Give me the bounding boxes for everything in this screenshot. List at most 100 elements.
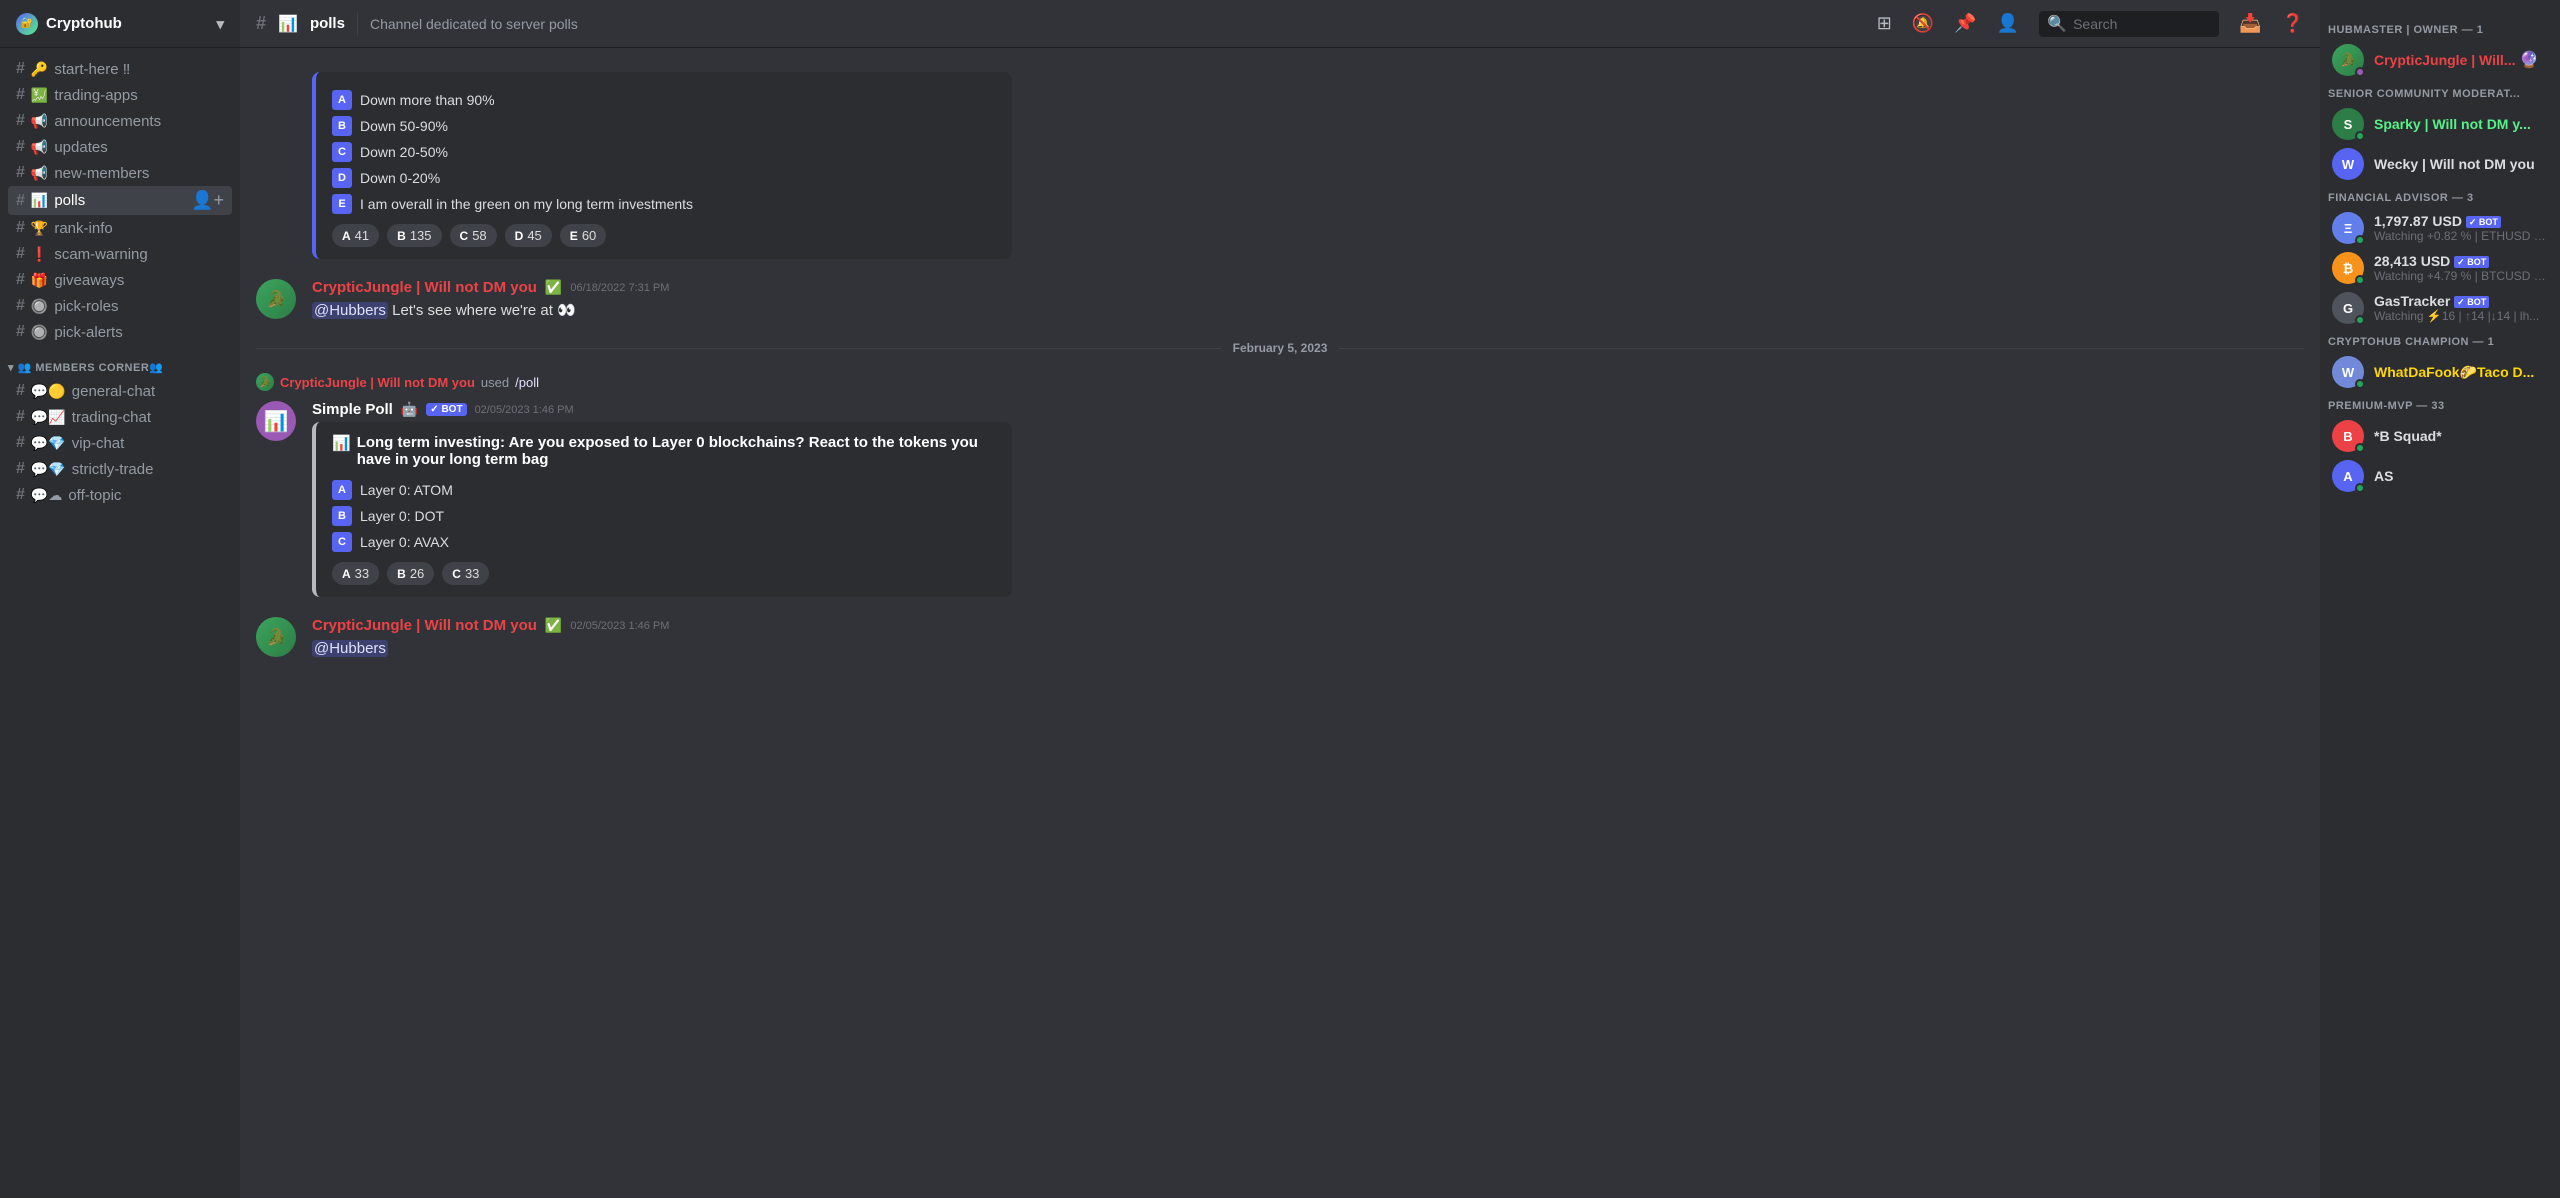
sidebar-item-rank-info[interactable]: # 🏆 rank-info [8,215,232,241]
message-group-cj1: 🐊 CrypticJungle | Will not DM you ✅ 06/1… [240,275,2320,325]
status-dot-bsquad [2355,443,2365,453]
hash-icon: # [16,408,25,426]
topbar-channel-icon: 📊 [278,14,298,34]
member-wecky[interactable]: W Wecky | Will not DM you [2324,144,2556,184]
option-letter-d: D [332,168,352,188]
member-info-wecky: Wecky | Will not DM you [2374,156,2548,172]
avatar-cj2: 🐊 [256,617,296,657]
member-eth-bot[interactable]: Ξ 1,797.87 USD ✓ BOT Watching +0.82 % | … [2324,208,2556,248]
members-icon[interactable]: 👤 [1997,13,2019,34]
member-bsquad[interactable]: B *B Squad* [2324,416,2556,456]
member-btc-bot[interactable]: ₿ 28,413 USD ✓ BOT Watching +4.79 % | BT… [2324,248,2556,288]
hash-icon: # [16,434,25,452]
right-sidebar: HUBMASTER | OWNER — 1 🐊 CrypticJungle | … [2320,0,2560,1198]
poll2-votes: A 33 B 26 C 33 [332,562,996,585]
member-name-whatdafook: WhatDaFook🌮Taco D... [2374,364,2548,381]
member-info-btc: 28,413 USD ✓ BOT Watching +4.79 % | BTCU… [2374,253,2548,283]
vote-pill2-c[interactable]: C 33 [442,562,489,585]
sidebar-item-updates[interactable]: # 📢 updates [8,134,232,160]
member-name-bsquad: *B Squad* [2374,428,2548,444]
message-header-poll2: Simple Poll 🤖 ✓ BOT 02/05/2023 1:46 PM [312,401,2304,418]
hash-icon: # [16,486,25,504]
category-members-corner[interactable]: ▾ 👥 MEMBERS CORNER👥 [0,345,240,378]
sidebar-item-trading-chat[interactable]: # 💬📈 trading-chat [8,404,232,430]
pin-icon[interactable]: 📌 [1954,13,1976,34]
search-icon: 🔍 [2047,14,2067,34]
message-timestamp-cj2: 02/05/2023 1:46 PM [570,620,669,632]
vote-pill-d[interactable]: D 45 [505,224,552,247]
poll1-option-e: E I am overall in the green on my long t… [332,194,996,214]
vote-pill2-b[interactable]: B 26 [387,562,434,585]
poll2-option-c: C Layer 0: AVAX [332,532,996,552]
sidebar-item-announcements[interactable]: # 📢 announcements [8,108,232,134]
status-dot-gas [2355,315,2365,325]
topbar-hash-icon: # [256,13,266,34]
member-name-sparky: Sparky | Will not DM y... [2374,116,2548,132]
hash-icon[interactable]: ⊞ [1877,13,1892,34]
search-bar[interactable]: 🔍 [2039,11,2219,37]
server-name: Cryptohub [46,15,122,32]
message-author-poll2: Simple Poll [312,401,393,418]
server-header[interactable]: 🔐 Cryptohub ▾ [0,0,240,48]
member-as[interactable]: A AS [2324,456,2556,496]
member-sparky[interactable]: S Sparky | Will not DM y... [2324,104,2556,144]
search-input[interactable] [2073,16,2211,32]
inbox-icon[interactable]: 📥 [2239,13,2261,34]
member-info-sparky: Sparky | Will not DM y... [2374,116,2548,132]
member-info-as: AS [2374,468,2548,484]
message-content-cj2: CrypticJungle | Will not DM you ✅ 02/05/… [312,617,2304,659]
sidebar-item-pick-roles[interactable]: # 🔘 pick-roles [8,293,232,319]
member-whatdafook[interactable]: W WhatDaFook🌮Taco D... [2324,352,2556,392]
member-name-as: AS [2374,468,2548,484]
avatar-crypticjungle: 🐊 [2332,44,2364,76]
add-member-icon[interactable]: 👤+ [191,190,224,211]
help-icon[interactable]: ❓ [2282,13,2304,34]
avatar-whatdafook: W [2332,356,2364,388]
vote-pill2-a[interactable]: A 33 [332,562,379,585]
sidebar-item-vip-chat[interactable]: # 💬💎 vip-chat [8,430,232,456]
avatar-simplepoll: 📊 [256,401,296,441]
poll1-votes: A 41 B 135 C 58 D 45 [332,224,996,247]
message-header-cj1: CrypticJungle | Will not DM you ✅ 06/18/… [312,279,2304,296]
vote-pill-c[interactable]: C 58 [450,224,497,247]
sidebar-item-off-topic[interactable]: # 💬☁ off-topic [8,482,232,508]
sidebar-item-giveaways[interactable]: # 🎁 giveaways [8,267,232,293]
sidebar-item-pick-alerts[interactable]: # 🔘 pick-alerts [8,319,232,345]
category-champion: CRYPTOHUB CHAMPION — 1 [2320,328,2560,352]
member-name-btc: 28,413 USD ✓ BOT [2374,253,2548,269]
option-letter-b: B [332,116,352,136]
sidebar-item-trading-apps[interactable]: # 💹 trading-apps [8,82,232,108]
notification-icon[interactable]: 🔕 [1912,13,1934,34]
status-dot-as [2355,483,2365,493]
status-dot-sparky [2355,131,2365,141]
message-text-cj1: @Hubbers Let's see where we're at 👀 [312,300,2304,321]
vote-pill-a[interactable]: A 41 [332,224,379,247]
member-gas-bot[interactable]: G GasTracker ✓ BOT Watching ⚡16 | ↑14 |↓… [2324,288,2556,328]
bot-badge: ✓ BOT [426,403,466,416]
message-group-poll1: A Down more than 90% B Down 50-90% C Dow… [240,64,2320,263]
category-premium-mvp: PREMIUM-MVP — 33 [2320,392,2560,416]
sidebar-item-polls[interactable]: # 📊 polls 👤+ [8,186,232,215]
sidebar-item-start-here[interactable]: # 🔑 start-here ‼ [8,56,232,82]
category-senior-mod: SENIOR COMMUNITY MODERAT... [2320,80,2560,104]
member-crypticjungle[interactable]: 🐊 CrypticJungle | Will... 🔮 [2324,40,2556,80]
hash-icon: # [16,297,25,315]
status-dot-eth [2355,235,2365,245]
sidebar-item-scam-warning[interactable]: # ❗ scam-warning [8,241,232,267]
cmd-author-avatar: 🐊 [256,373,274,391]
vote-pill-b[interactable]: B 135 [387,224,441,247]
member-info-eth: 1,797.87 USD ✓ BOT Watching +0.82 % | ET… [2374,213,2548,243]
topbar-channel-name: polls [310,15,345,32]
sidebar-item-new-members[interactable]: # 📢 new-members [8,160,232,186]
sidebar-item-strictly-trade[interactable]: # 💬💎 strictly-trade [8,456,232,482]
status-dot-online [2355,67,2365,77]
topbar-description: Channel dedicated to server polls [370,16,578,32]
mention-hubbers2: @Hubbers [312,640,388,657]
channels-list: # 🔑 start-here ‼ # 💹 trading-apps # 📢 an… [0,48,240,1198]
main-content: # 📊 polls Channel dedicated to server po… [240,0,2320,1198]
vote-pill-e[interactable]: E 60 [560,224,606,247]
member-name-eth: 1,797.87 USD ✓ BOT [2374,213,2548,229]
mention-hubbers: @Hubbers [312,302,388,319]
member-sub-gas: Watching ⚡16 | ↑14 |↓14 | lh... [2374,309,2548,323]
sidebar-item-general-chat[interactable]: # 💬🟡 general-chat [8,378,232,404]
